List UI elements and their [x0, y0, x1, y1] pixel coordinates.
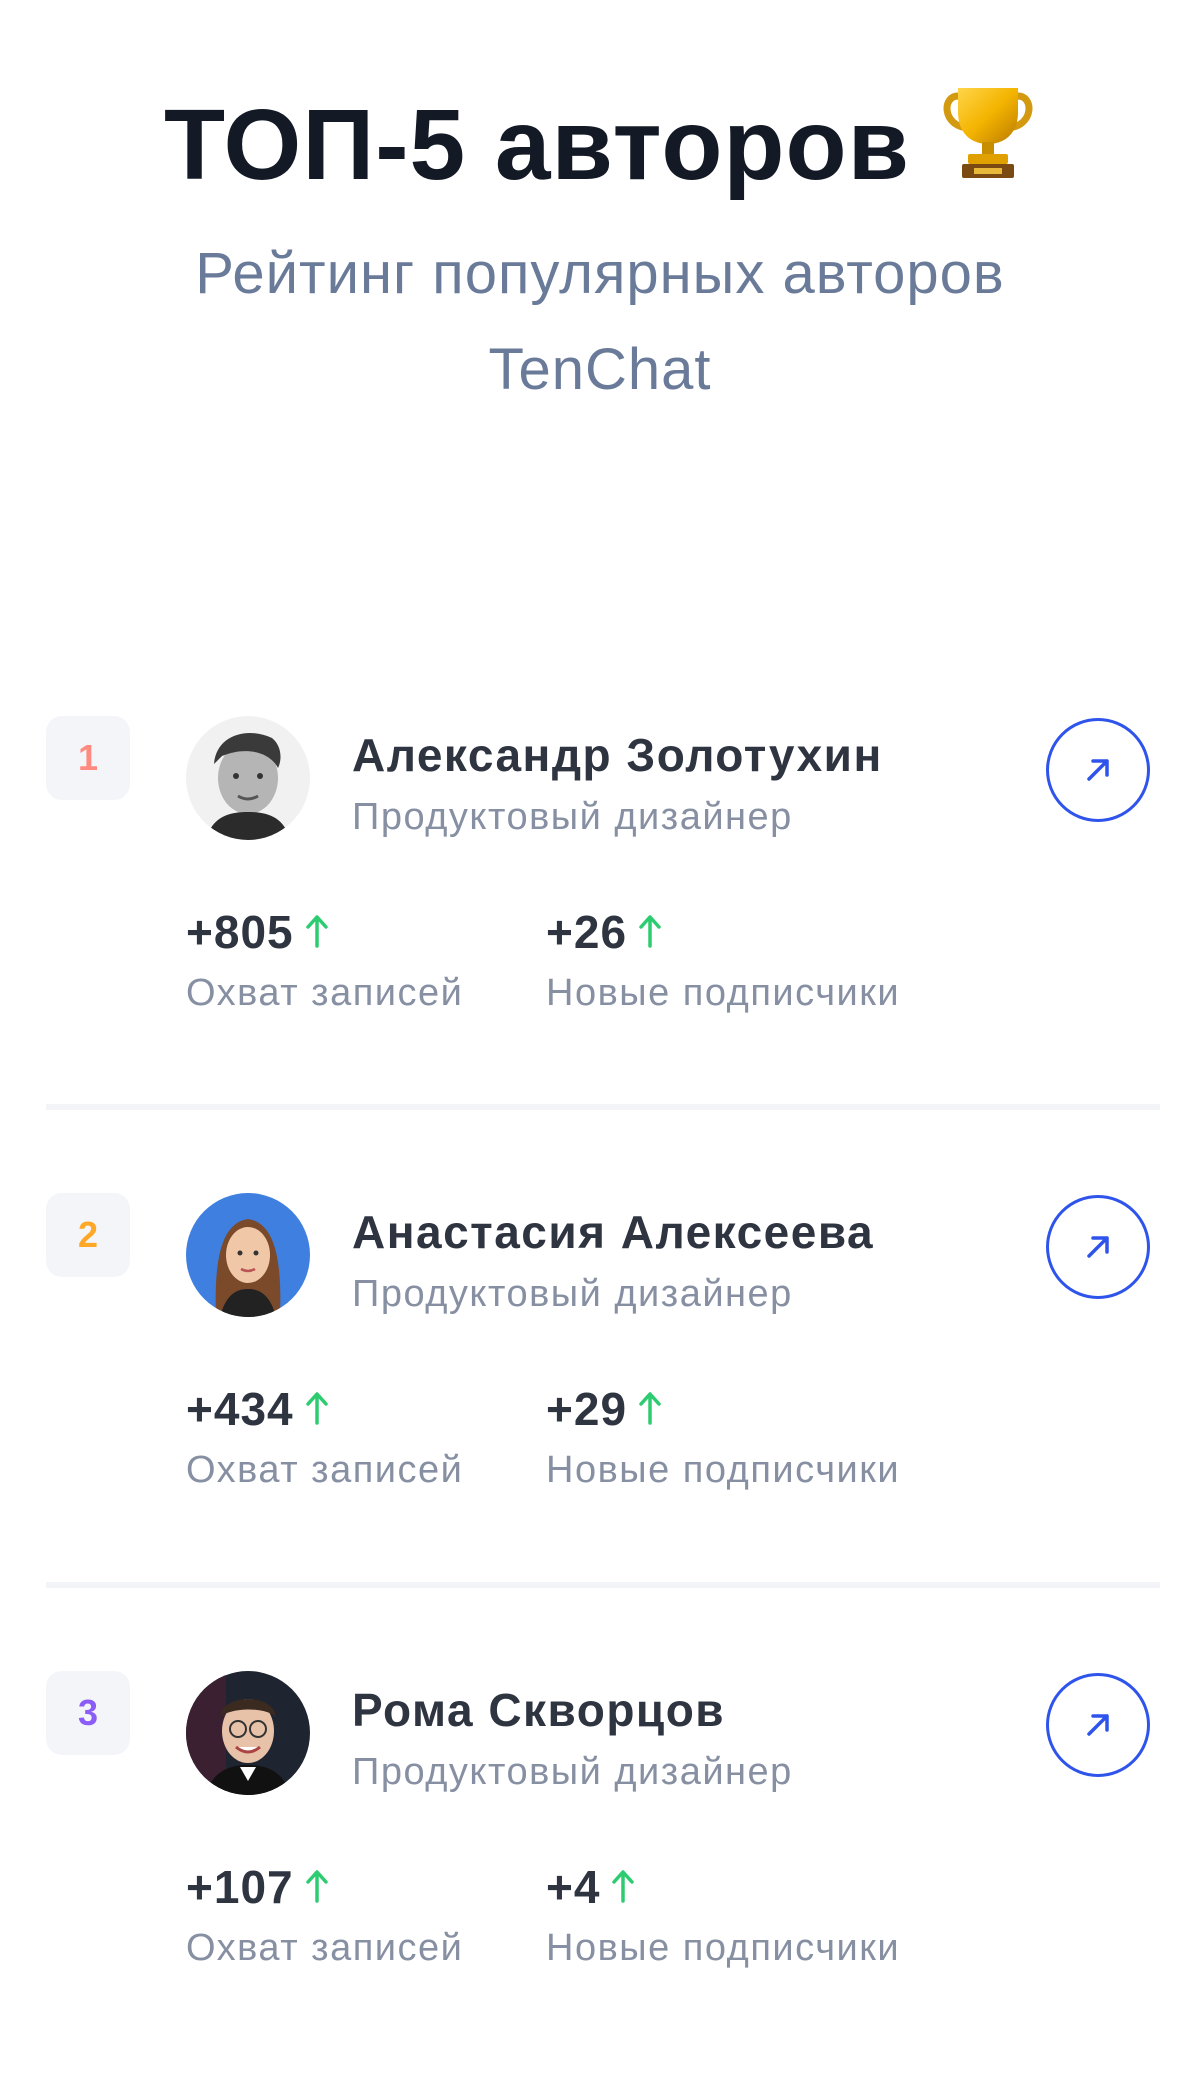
subscribers-value: +29 — [546, 1383, 628, 1435]
reach-label: Охват записей — [186, 971, 464, 1014]
author-role: Продуктовый дизайнер — [352, 1751, 793, 1793]
arrow-up-icon — [305, 1859, 328, 1915]
reach-label: Охват записей — [186, 1926, 464, 1969]
subscribers-label: Новые подписчики — [546, 1448, 901, 1491]
reach-stat: +434 Охват записей — [186, 1381, 463, 1492]
reach-value: +107 — [186, 1861, 294, 1913]
author-role: Продуктовый дизайнер — [352, 796, 793, 838]
arrow-up-icon — [305, 904, 328, 960]
divider — [46, 1104, 1160, 1110]
author-name: Анастасия Алексеева — [352, 1206, 875, 1258]
avatar[interactable] — [186, 1193, 310, 1317]
reach-stat: +107 Охват записей — [186, 1859, 463, 1970]
author-role: Продуктовый дизайнер — [352, 1273, 793, 1315]
subscribers-stat: +4 Новые подписчики — [546, 1859, 900, 1970]
reach-label: Охват записей — [186, 1448, 464, 1491]
author-name: Рома Скворцов — [352, 1684, 726, 1736]
rank-badge: 2 — [46, 1193, 130, 1277]
subscribers-label: Новые подписчики — [546, 1926, 901, 1969]
avatar[interactable] — [186, 716, 310, 840]
arrow-up-icon — [639, 1381, 661, 1437]
open-profile-button[interactable] — [1046, 1673, 1150, 1777]
subscribers-stat: +29 Новые подписчики — [546, 1381, 900, 1492]
subscribers-value: +26 — [546, 906, 628, 958]
page-title: ТОП-5 авторов — [0, 85, 1200, 216]
arrow-up-right-icon — [1087, 1236, 1109, 1258]
rank-badge: 1 — [46, 716, 130, 800]
arrow-up-right-icon — [1087, 759, 1109, 781]
open-profile-button[interactable] — [1046, 718, 1150, 822]
author-name: Александр Золотухин — [352, 729, 883, 781]
arrow-up-icon — [639, 904, 661, 960]
trophy-icon — [940, 82, 1036, 208]
page-subtitle: Рейтинг популярных авторов TenChat — [195, 241, 1005, 402]
avatar[interactable] — [186, 1671, 310, 1795]
reach-value: +805 — [186, 906, 294, 958]
author-row: 2 Анастасия Алексеева Продуктовый дизайн… — [0, 1193, 1200, 1613]
rank-badge: 3 — [46, 1671, 130, 1755]
arrow-up-icon — [612, 1859, 635, 1915]
divider — [46, 1582, 1160, 1588]
subscribers-stat: +26 Новые подписчики — [546, 904, 900, 1015]
reach-stat: +805 Охват записей — [186, 904, 463, 1015]
page-title-text: ТОП-5 авторов — [163, 89, 911, 201]
arrow-up-icon — [305, 1381, 328, 1437]
arrow-up-right-icon — [1087, 1714, 1109, 1736]
subscribers-value: +4 — [546, 1861, 601, 1913]
author-row: 3 Рома Скворцов Продуктовый дизайнер +10… — [0, 1671, 1200, 2091]
open-profile-button[interactable] — [1046, 1195, 1150, 1299]
subscribers-label: Новые подписчики — [546, 971, 901, 1014]
author-row: 1 Александр Золотухин Продуктовый дизайн… — [0, 716, 1200, 1136]
reach-value: +434 — [186, 1383, 294, 1435]
